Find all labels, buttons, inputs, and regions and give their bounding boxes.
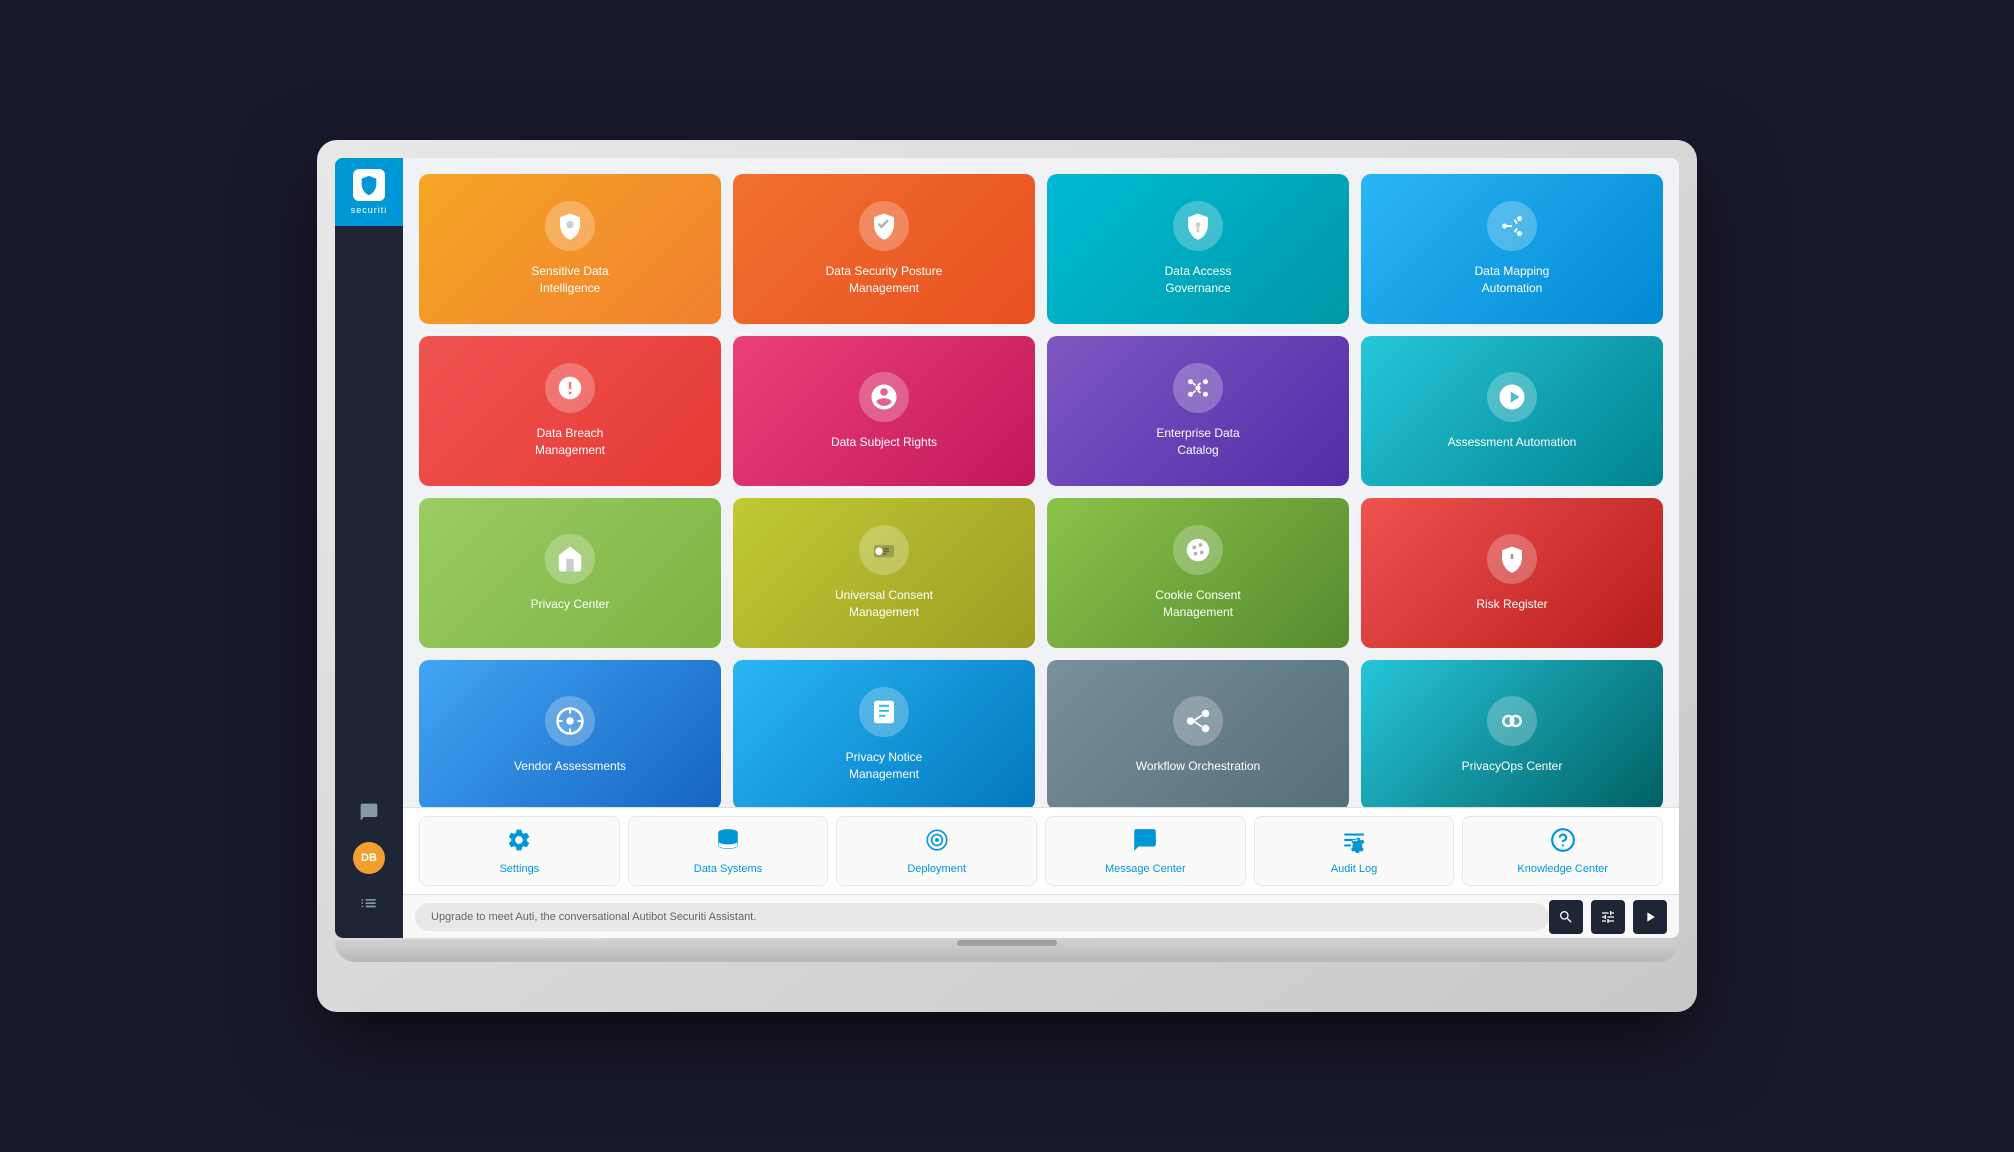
card-privacyops[interactable]: PrivacyOps Center bbox=[1361, 660, 1663, 807]
settings-icon bbox=[506, 827, 532, 859]
grid-icon-btn[interactable] bbox=[351, 886, 387, 922]
workflow-icon bbox=[1173, 696, 1223, 746]
settings-label: Settings bbox=[499, 863, 539, 875]
cards-row-4: Vendor Assessments Privacy NoticeManagem… bbox=[419, 660, 1663, 807]
enterprise-catalog-icon bbox=[1173, 363, 1223, 413]
cards-area: Sensitive DataIntelligence Data Security… bbox=[403, 158, 1679, 807]
data-breach-icon bbox=[545, 363, 595, 413]
data-access-label: Data AccessGovernance bbox=[1165, 263, 1232, 297]
card-data-mapping[interactable]: Data MappingAutomation bbox=[1361, 174, 1663, 324]
privacy-center-label: Privacy Center bbox=[531, 596, 610, 613]
card-assessment[interactable]: Assessment Automation bbox=[1361, 336, 1663, 486]
knowledge-center-icon bbox=[1550, 827, 1576, 859]
sidebar-logo[interactable]: securiti bbox=[335, 158, 403, 226]
universal-consent-icon bbox=[859, 525, 909, 575]
audit-log-label: Audit Log bbox=[1331, 863, 1377, 875]
data-security-label: Data Security PostureManagement bbox=[826, 263, 943, 297]
card-data-subject[interactable]: Data Subject Rights bbox=[733, 336, 1035, 486]
risk-register-icon bbox=[1487, 534, 1537, 584]
utility-data-systems[interactable]: Data Systems bbox=[628, 816, 829, 886]
utility-settings[interactable]: Settings bbox=[419, 816, 620, 886]
utility-audit-log[interactable]: Audit Log bbox=[1254, 816, 1455, 886]
audit-log-icon bbox=[1341, 827, 1367, 859]
data-systems-label: Data Systems bbox=[694, 863, 762, 875]
bottom-action-icons bbox=[1549, 900, 1667, 934]
sidebar: securiti DB bbox=[335, 158, 403, 938]
privacy-center-icon bbox=[545, 534, 595, 584]
securiti-logo-icon bbox=[353, 169, 385, 201]
data-subject-icon bbox=[859, 372, 909, 422]
card-vendor-assessments[interactable]: Vendor Assessments bbox=[419, 660, 721, 807]
card-risk-register[interactable]: Risk Register bbox=[1361, 498, 1663, 648]
bottom-bar: Upgrade to meet Auti, the conversational… bbox=[403, 894, 1679, 938]
main-content: Sensitive DataIntelligence Data Security… bbox=[403, 158, 1679, 938]
card-data-breach[interactable]: Data BreachManagement bbox=[419, 336, 721, 486]
card-workflow[interactable]: Workflow Orchestration bbox=[1047, 660, 1349, 807]
card-enterprise-catalog[interactable]: Enterprise DataCatalog bbox=[1047, 336, 1349, 486]
data-systems-icon bbox=[715, 827, 741, 859]
cards-row-2: Data BreachManagement Data Subject Right… bbox=[419, 336, 1663, 486]
data-mapping-icon bbox=[1487, 201, 1537, 251]
sensitive-data-icon bbox=[545, 201, 595, 251]
utility-knowledge-center[interactable]: Knowledge Center bbox=[1462, 816, 1663, 886]
brand-name: securiti bbox=[351, 205, 388, 215]
enterprise-catalog-label: Enterprise DataCatalog bbox=[1156, 425, 1239, 459]
chat-bubble-text: Upgrade to meet Auti, the conversational… bbox=[415, 903, 1549, 931]
utility-grid: Settings Data Systems bbox=[419, 816, 1663, 886]
message-center-icon bbox=[1132, 827, 1158, 859]
sidebar-bottom-icons: DB bbox=[351, 794, 387, 938]
chat-icon-btn[interactable] bbox=[351, 794, 387, 830]
privacy-notice-icon bbox=[859, 687, 909, 737]
card-data-access-governance[interactable]: Data AccessGovernance bbox=[1047, 174, 1349, 324]
assessment-icon bbox=[1487, 372, 1537, 422]
universal-consent-label: Universal ConsentManagement bbox=[835, 587, 933, 621]
card-privacy-notice[interactable]: Privacy NoticeManagement bbox=[733, 660, 1035, 807]
sensitive-data-label: Sensitive DataIntelligence bbox=[531, 263, 608, 297]
workflow-label: Workflow Orchestration bbox=[1136, 758, 1260, 775]
data-breach-label: Data BreachManagement bbox=[535, 425, 605, 459]
utility-message-center[interactable]: Message Center bbox=[1045, 816, 1246, 886]
cards-row-3: Privacy Center Universal ConsentManageme… bbox=[419, 498, 1663, 648]
risk-register-label: Risk Register bbox=[1476, 596, 1547, 613]
card-sensitive-data-intelligence[interactable]: Sensitive DataIntelligence bbox=[419, 174, 721, 324]
card-cookie-consent[interactable]: Cookie ConsentManagement bbox=[1047, 498, 1349, 648]
data-security-icon bbox=[859, 201, 909, 251]
card-universal-consent[interactable]: Universal ConsentManagement bbox=[733, 498, 1035, 648]
assessment-label: Assessment Automation bbox=[1448, 434, 1577, 451]
play-icon-btn[interactable] bbox=[1633, 900, 1667, 934]
deployment-icon bbox=[924, 827, 950, 859]
knowledge-center-label: Knowledge Center bbox=[1517, 863, 1608, 875]
data-access-icon bbox=[1173, 201, 1223, 251]
filter-icon-btn[interactable] bbox=[1591, 900, 1625, 934]
card-data-security-posture[interactable]: Data Security PostureManagement bbox=[733, 174, 1035, 324]
data-mapping-label: Data MappingAutomation bbox=[1475, 263, 1550, 297]
utility-deployment[interactable]: Deployment bbox=[836, 816, 1037, 886]
privacyops-icon bbox=[1487, 696, 1537, 746]
data-subject-label: Data Subject Rights bbox=[831, 434, 937, 451]
privacy-notice-label: Privacy NoticeManagement bbox=[846, 749, 923, 783]
search-icon-btn[interactable] bbox=[1549, 900, 1583, 934]
user-avatar[interactable]: DB bbox=[353, 842, 385, 874]
message-center-label: Message Center bbox=[1105, 863, 1186, 875]
vendor-assessments-label: Vendor Assessments bbox=[514, 758, 626, 775]
cookie-consent-label: Cookie ConsentManagement bbox=[1155, 587, 1240, 621]
vendor-assessments-icon bbox=[545, 696, 595, 746]
utility-bar: Settings Data Systems bbox=[403, 807, 1679, 894]
cards-row-1: Sensitive DataIntelligence Data Security… bbox=[419, 174, 1663, 324]
deployment-label: Deployment bbox=[907, 863, 966, 875]
card-privacy-center[interactable]: Privacy Center bbox=[419, 498, 721, 648]
cookie-consent-icon bbox=[1173, 525, 1223, 575]
privacyops-label: PrivacyOps Center bbox=[1462, 758, 1563, 775]
